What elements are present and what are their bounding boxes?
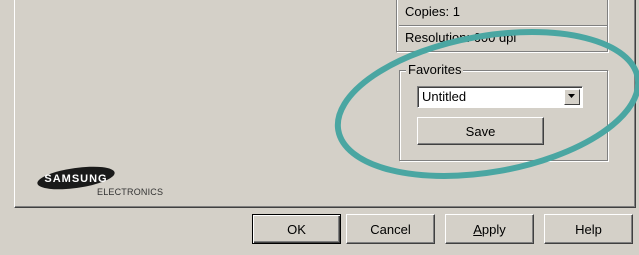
help-button[interactable]: Help bbox=[544, 214, 633, 244]
resolution-text: Resolution: 600 dpi bbox=[405, 30, 517, 45]
cancel-button-label: Cancel bbox=[370, 221, 411, 237]
apply-accelerator: A bbox=[473, 221, 482, 237]
chevron-down-icon bbox=[568, 94, 575, 98]
favorites-dropdown[interactable]: Untitled bbox=[417, 86, 583, 108]
copies-text: Copies: 1 bbox=[405, 4, 460, 19]
logo-subtitle: ELECTRONICS bbox=[97, 187, 164, 197]
save-favorite-button[interactable]: Save bbox=[417, 117, 544, 145]
cancel-button[interactable]: Cancel bbox=[346, 214, 435, 244]
favorites-legend: Favorites bbox=[406, 62, 464, 77]
help-button-label: Help bbox=[575, 221, 602, 237]
apply-button[interactable]: Apply bbox=[445, 214, 534, 244]
favorites-selected-value: Untitled bbox=[422, 89, 467, 104]
save-button-label: Save bbox=[465, 123, 496, 139]
info-divider bbox=[399, 25, 607, 27]
favorites-group bbox=[399, 70, 608, 161]
ok-button-label: OK bbox=[287, 221, 306, 237]
dropdown-arrow-button[interactable] bbox=[564, 89, 580, 105]
ok-button[interactable]: OK bbox=[252, 214, 341, 244]
apply-label-rest: pply bbox=[481, 221, 506, 237]
logo-brand-text: SAMSUNG bbox=[44, 173, 107, 185]
apply-button-label: Apply bbox=[473, 222, 506, 237]
